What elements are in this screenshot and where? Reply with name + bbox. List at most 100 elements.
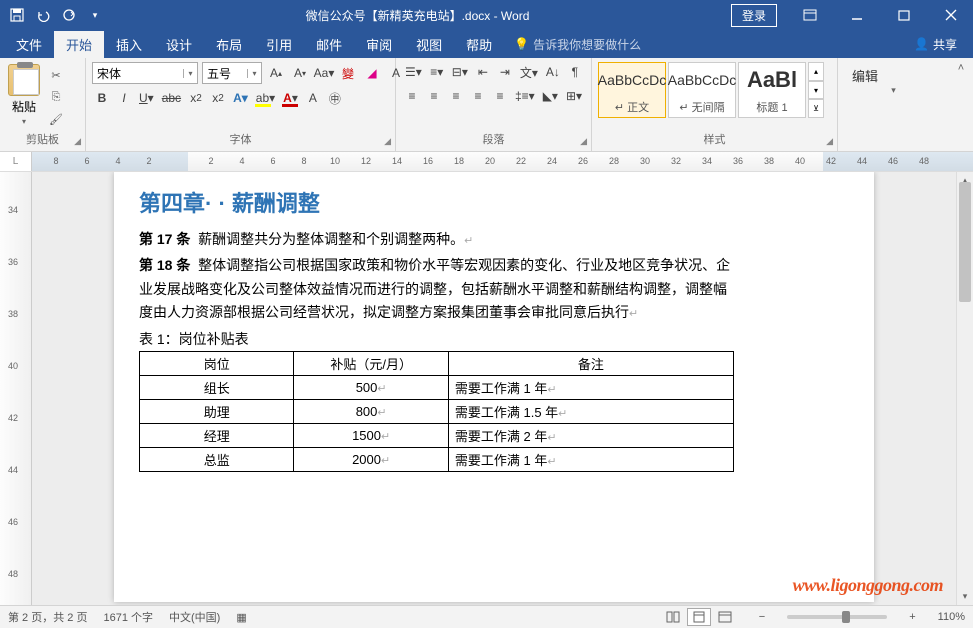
decrease-indent-button[interactable]: ⇤ xyxy=(473,62,493,82)
allowance-table: 岗位 补贴（元/月） 备注 组长500↵需要工作满 1 年↵ 助理800↵需要工… xyxy=(139,351,734,472)
font-color-button[interactable]: A▾ xyxy=(280,88,301,108)
style-no-spacing[interactable]: AaBbCcDc ↵ 无间隔 xyxy=(668,62,736,118)
save-icon[interactable] xyxy=(8,6,26,24)
grow-font-button[interactable]: A▴ xyxy=(266,63,286,83)
tab-references[interactable]: 引用 xyxy=(254,31,304,58)
align-right-button[interactable]: ≡ xyxy=(446,86,466,106)
tab-file[interactable]: 文件 xyxy=(4,31,54,58)
login-button[interactable]: 登录 xyxy=(731,4,777,27)
cut-button[interactable]: ✂ xyxy=(46,66,66,84)
language-status[interactable]: 中文(中国) xyxy=(169,609,220,625)
bold-button[interactable]: B xyxy=(92,88,112,108)
zoom-slider[interactable] xyxy=(787,615,887,619)
word-count-status[interactable]: 1671 个字 xyxy=(103,609,153,625)
strike-button[interactable]: abc xyxy=(159,88,184,108)
multilevel-button[interactable]: ⊟▾ xyxy=(449,62,471,82)
minimize-button[interactable] xyxy=(834,0,879,30)
maximize-button[interactable] xyxy=(881,0,926,30)
shading-button[interactable]: ◣▾ xyxy=(540,86,561,106)
font-name-select[interactable]: 宋体▾ xyxy=(92,62,198,84)
increase-indent-button[interactable]: ⇥ xyxy=(495,62,515,82)
table-row: 助理800↵需要工作满 1.5 年↵ xyxy=(140,400,734,424)
tell-me-search[interactable]: 💡 告诉我你想要做什么 xyxy=(514,36,641,53)
page[interactable]: 第四章· · 薪酬调整 第 17 条 薪酬调整共分为整体调整和个别调整两种。↵ … xyxy=(114,172,874,602)
align-center-button[interactable]: ≡ xyxy=(424,86,444,106)
redo-icon[interactable] xyxy=(60,6,78,24)
align-left-button[interactable]: ≡ xyxy=(402,86,422,106)
tab-insert[interactable]: 插入 xyxy=(104,31,154,58)
format-painter-button[interactable]: 🖌 xyxy=(46,110,66,128)
tab-design[interactable]: 设计 xyxy=(154,31,204,58)
group-editing: 编辑 ▾ xyxy=(838,58,949,151)
zoom-in-button[interactable]: + xyxy=(903,611,921,623)
superscript-button[interactable]: x2 xyxy=(208,88,228,108)
ribbon-tabs: 文件 开始 插入 设计 布局 引用 邮件 审阅 视图 帮助 💡 告诉我你想要做什… xyxy=(0,30,973,58)
vertical-ruler[interactable]: 3436384042444648 xyxy=(0,172,32,605)
shrink-font-button[interactable]: A▾ xyxy=(290,63,310,83)
show-marks-button[interactable]: ¶ xyxy=(565,62,585,82)
zoom-handle[interactable] xyxy=(842,611,850,623)
highlight-button[interactable]: ab▾ xyxy=(253,88,278,108)
tab-home[interactable]: 开始 xyxy=(54,31,104,58)
text-direction-button[interactable]: 文▾ xyxy=(517,62,541,82)
scroll-thumb[interactable] xyxy=(959,182,971,302)
editing-button[interactable]: 编辑 ▾ xyxy=(844,62,943,100)
page-number-status[interactable]: 第 2 页，共 2 页 xyxy=(8,609,87,625)
char-shading-button[interactable]: A xyxy=(303,88,323,108)
styles-dialog-launcher[interactable]: ◢ xyxy=(826,136,833,147)
phonetic-guide-button[interactable]: 變 xyxy=(338,63,358,83)
article-17: 第 17 条 薪酬调整共分为整体调整和个别调整两种。↵ xyxy=(139,228,734,252)
read-mode-button[interactable] xyxy=(661,608,685,626)
font-size-select[interactable]: 五号▾ xyxy=(202,62,262,84)
chapter-title: 第四章· · 薪酬调整 xyxy=(139,186,734,218)
page-container[interactable]: 第四章· · 薪酬调整 第 17 条 薪酬调整共分为整体调整和个别调整两种。↵ … xyxy=(32,172,956,605)
bullets-button[interactable]: ☰▾ xyxy=(402,62,425,82)
distributed-button[interactable]: ≡ xyxy=(490,86,510,106)
zoom-out-button[interactable]: − xyxy=(753,611,771,623)
font-dialog-launcher[interactable]: ◢ xyxy=(384,136,391,147)
styles-gallery[interactable]: AaBbCcDc ↵ 正文 AaBbCcDc ↵ 无间隔 AaBl 标题 1 ▴… xyxy=(598,62,831,118)
line-spacing-button[interactable]: ‡≡▾ xyxy=(512,86,538,106)
table-header-row: 岗位 补贴（元/月） 备注 xyxy=(140,352,734,376)
zoom-level[interactable]: 110% xyxy=(938,611,965,623)
justify-button[interactable]: ≡ xyxy=(468,86,488,106)
chevron-up-icon: ˄ xyxy=(958,62,964,74)
print-layout-button[interactable] xyxy=(687,608,711,626)
tab-review[interactable]: 审阅 xyxy=(354,31,404,58)
clipboard-dialog-launcher[interactable]: ◢ xyxy=(74,136,81,147)
scroll-down-button[interactable]: ▾ xyxy=(957,588,973,605)
clear-format-button[interactable]: ◢ xyxy=(362,63,382,83)
borders-button[interactable]: ⊞▾ xyxy=(563,86,585,106)
horizontal-ruler[interactable]: L 86422468101214161820222426283032343638… xyxy=(0,152,973,172)
numbering-button[interactable]: ≡▾ xyxy=(427,62,447,82)
close-button[interactable] xyxy=(928,0,973,30)
vertical-scrollbar[interactable]: ▴ ▾ xyxy=(956,172,973,605)
text-effects-button[interactable]: A▾ xyxy=(230,88,251,108)
share-button[interactable]: 👤 共享 xyxy=(914,36,973,53)
subscript-button[interactable]: x2 xyxy=(186,88,206,108)
change-case-button[interactable]: Aa▾ xyxy=(314,63,334,83)
tab-mailings[interactable]: 邮件 xyxy=(304,31,354,58)
table-row: 组长500↵需要工作满 1 年↵ xyxy=(140,376,734,400)
collapse-ribbon-button[interactable]: ˄ xyxy=(949,58,973,151)
styles-down-button[interactable]: ▾ xyxy=(808,81,824,100)
styles-up-button[interactable]: ▴ xyxy=(808,62,824,81)
tab-help[interactable]: 帮助 xyxy=(454,31,504,58)
tab-layout[interactable]: 布局 xyxy=(204,31,254,58)
sort-button[interactable]: A↓ xyxy=(543,62,563,82)
qat-dropdown-icon[interactable]: ▾ xyxy=(86,6,104,24)
enclose-char-button[interactable]: ㊥ xyxy=(325,88,345,108)
lightbulb-icon: 💡 xyxy=(514,37,529,51)
underline-button[interactable]: U▾ xyxy=(136,88,157,108)
ruler-corner[interactable]: L xyxy=(0,152,32,171)
styles-more-button[interactable]: ⊻ xyxy=(808,99,824,118)
style-heading1[interactable]: AaBl 标题 1 xyxy=(738,62,806,118)
copy-button[interactable]: ⎘ xyxy=(46,88,66,106)
web-layout-button[interactable] xyxy=(713,608,737,626)
tab-view[interactable]: 视图 xyxy=(404,31,454,58)
paragraph-dialog-launcher[interactable]: ◢ xyxy=(580,136,587,147)
style-normal[interactable]: AaBbCcDc ↵ 正文 xyxy=(598,62,666,118)
ribbon-display-button[interactable] xyxy=(787,0,832,30)
undo-icon[interactable] xyxy=(34,6,52,24)
italic-button[interactable]: I xyxy=(114,88,134,108)
